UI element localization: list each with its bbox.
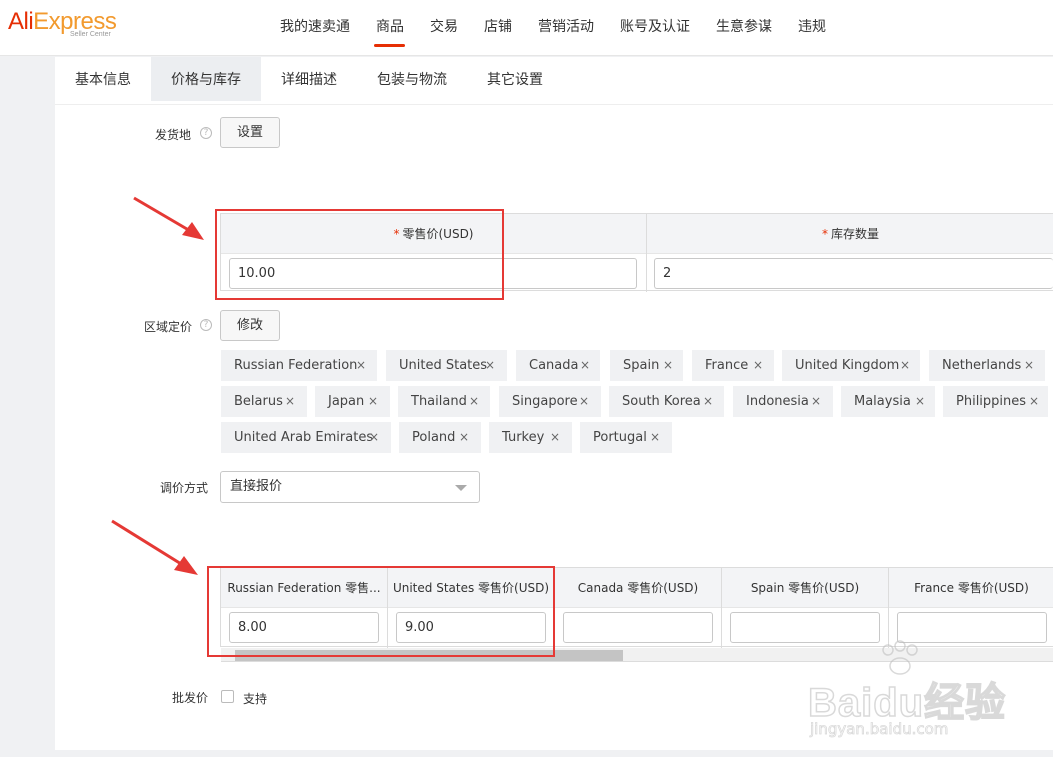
nav-store[interactable]: 店铺 [484, 16, 512, 36]
region-price-input-spain[interactable] [730, 612, 880, 643]
top-navigation: AliExpress Seller Center 我的速卖通 商品 交易 店铺 … [0, 0, 1053, 56]
aliexpress-logo[interactable]: AliExpress Seller Center [8, 8, 128, 42]
stock-quantity-header: * 库存数量 [647, 214, 1053, 254]
country-tag: Malaysia × [841, 386, 935, 417]
annotation-arrow-icon [133, 196, 204, 240]
remove-icon[interactable]: × [285, 386, 295, 417]
remove-icon[interactable]: × [459, 422, 469, 453]
region-price-input-canada[interactable] [563, 612, 713, 643]
regional-pricing-edit-button[interactable]: 修改 [220, 310, 280, 341]
remove-icon[interactable]: × [485, 350, 495, 381]
stock-quantity-input[interactable]: 2 [654, 258, 1053, 289]
nav-my-aliexpress[interactable]: 我的速卖通 [280, 16, 350, 36]
shipping-origin-set-button[interactable]: 设置 [220, 117, 280, 148]
country-tag: Japan × [315, 386, 390, 417]
country-tag: France × [692, 350, 774, 381]
country-tag: Poland × [399, 422, 481, 453]
country-tag: Thailand × [398, 386, 490, 417]
section-tabs: 基本信息 价格与库存 详细描述 包装与物流 其它设置 [55, 57, 1053, 105]
country-tag: Singapore × [499, 386, 601, 417]
chevron-down-icon [455, 485, 467, 491]
shipping-origin-label: 发货地 [155, 128, 192, 142]
column-divider [721, 568, 722, 648]
tab-other-settings[interactable]: 其它设置 [467, 57, 563, 101]
column-divider [646, 214, 647, 292]
logo-subtitle: Seller Center [70, 31, 111, 38]
country-tag: Turkey × [489, 422, 572, 453]
country-tag: Spain × [610, 350, 683, 381]
tab-basic-info[interactable]: 基本信息 [55, 57, 151, 101]
region-price-input-france[interactable] [897, 612, 1047, 643]
remove-icon[interactable]: × [663, 350, 673, 381]
help-icon[interactable]: ? [200, 127, 212, 139]
nav-account-verification[interactable]: 账号及认证 [620, 16, 690, 36]
remove-icon[interactable]: × [369, 422, 379, 453]
region-header-spain: Spain 零售价(USD) [722, 568, 888, 608]
remove-icon[interactable]: × [368, 386, 378, 417]
country-tag: Canada × [516, 350, 600, 381]
nav-marketing[interactable]: 营销活动 [538, 16, 594, 36]
remove-icon[interactable]: × [900, 350, 910, 381]
tab-packaging-logistics[interactable]: 包装与物流 [357, 57, 467, 101]
annotation-arrow-icon [111, 519, 198, 575]
adjust-method-label: 调价方式 [160, 481, 209, 495]
region-header-france: France 零售价(USD) [889, 568, 1053, 608]
watermark-url: jingyan.baidu.com [810, 720, 949, 739]
wholesale-support-label: 支持 [243, 692, 268, 706]
country-tag: South Korea × [609, 386, 724, 417]
country-tag: United Arab Emirates × [221, 422, 391, 453]
remove-icon[interactable]: × [356, 350, 366, 381]
country-tag: Indonesia × [733, 386, 833, 417]
remove-icon[interactable]: × [753, 350, 763, 381]
adjust-method-select[interactable]: 直接报价 [220, 471, 480, 503]
country-tag: Netherlands × [929, 350, 1045, 381]
nav-violations[interactable]: 违规 [798, 16, 826, 36]
help-icon[interactable]: ? [200, 319, 212, 331]
remove-icon[interactable]: × [811, 386, 821, 417]
wholesale-label: 批发价 [172, 691, 209, 705]
baidu-jingyan-watermark: Baidu经验 jingyan.baidu.com [807, 640, 1048, 740]
country-tag: United States × [386, 350, 507, 381]
country-tag: Belarus × [221, 386, 307, 417]
country-tag: Philippines × [943, 386, 1048, 417]
wholesale-support-checkbox[interactable] [221, 690, 234, 703]
remove-icon[interactable]: × [650, 422, 660, 453]
tab-price-inventory[interactable]: 价格与库存 [151, 57, 261, 101]
tab-description[interactable]: 详细描述 [261, 57, 357, 101]
nav-business-advisor[interactable]: 生意参谋 [716, 16, 772, 36]
regional-pricing-label: 区域定价 [144, 320, 193, 334]
remove-icon[interactable]: × [915, 386, 925, 417]
remove-icon[interactable]: × [1024, 350, 1034, 381]
country-tag: Portugal × [580, 422, 672, 453]
remove-icon[interactable]: × [580, 350, 590, 381]
nav-products[interactable]: 商品 [376, 16, 404, 36]
nav-transactions[interactable]: 交易 [430, 16, 458, 36]
remove-icon[interactable]: × [703, 386, 713, 417]
remove-icon[interactable]: × [579, 386, 589, 417]
column-divider [888, 568, 889, 648]
region-header-canada: Canada 零售价(USD) [555, 568, 721, 608]
remove-icon[interactable]: × [1029, 386, 1039, 417]
country-tag: Russian Federation × [221, 350, 377, 381]
adjust-method-value: 直接报价 [230, 479, 283, 494]
highlight-box-retail-price [215, 209, 504, 300]
remove-icon[interactable]: × [469, 386, 479, 417]
highlight-box-region-prices [207, 566, 555, 657]
nav-active-indicator [374, 44, 405, 47]
country-tag: United Kingdom × [782, 350, 920, 381]
remove-icon[interactable]: × [550, 422, 560, 453]
